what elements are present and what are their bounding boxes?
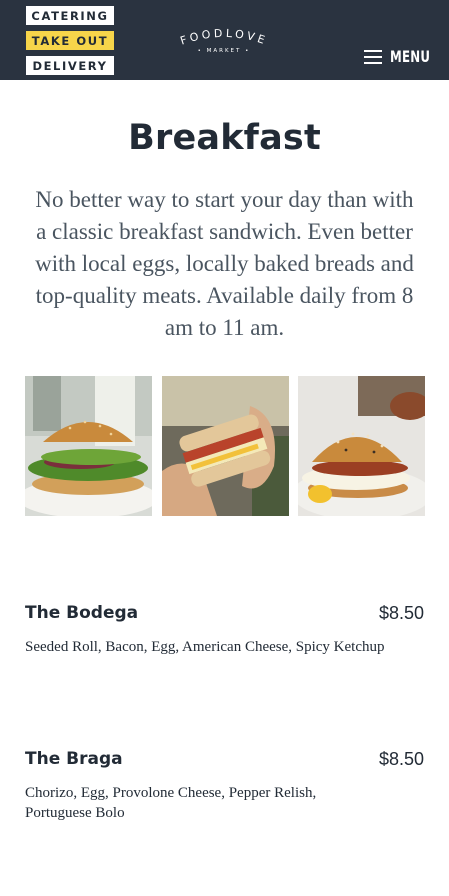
item-price: $8.50 bbox=[378, 749, 424, 769]
item-price: $8.50 bbox=[378, 603, 424, 623]
item-name: The Bodega bbox=[25, 603, 139, 623]
breakfast-photo-3 bbox=[298, 376, 425, 516]
logo-subtitle: • MARKET • bbox=[198, 48, 251, 54]
menu-button[interactable]: MENU bbox=[364, 46, 439, 66]
page-title: Breakfast bbox=[128, 118, 321, 158]
svg-text:FOODLOVE: FOODLOVE bbox=[179, 27, 270, 48]
breakfast-photo-1 bbox=[25, 376, 152, 516]
nav-catering-button[interactable]: CATERING bbox=[26, 6, 114, 25]
breakfast-photo-2 bbox=[162, 376, 289, 516]
menu-label: MENU bbox=[390, 46, 431, 66]
item-name: The Braga bbox=[25, 749, 123, 769]
foodlove-logo[interactable]: FOODLOVE • MARKET • bbox=[168, 22, 280, 62]
logo-wordmark: FOODLOVE bbox=[179, 27, 267, 48]
intro-text: No better way to start your day than wit… bbox=[35, 187, 414, 340]
hamburger-icon bbox=[364, 49, 382, 64]
site-header: CATERING TAKE OUT DELIVERY FOODLOVE • MA… bbox=[0, 0, 449, 80]
item-description: Seeded Roll, Bacon, Egg, American Cheese… bbox=[25, 639, 385, 655]
nav-delivery-button[interactable]: DELIVERY bbox=[26, 56, 114, 75]
item-description: Chorizo, Egg, Provolone Cheese, Pepper R… bbox=[25, 785, 317, 821]
nav-take-out-button[interactable]: TAKE OUT bbox=[26, 31, 114, 50]
